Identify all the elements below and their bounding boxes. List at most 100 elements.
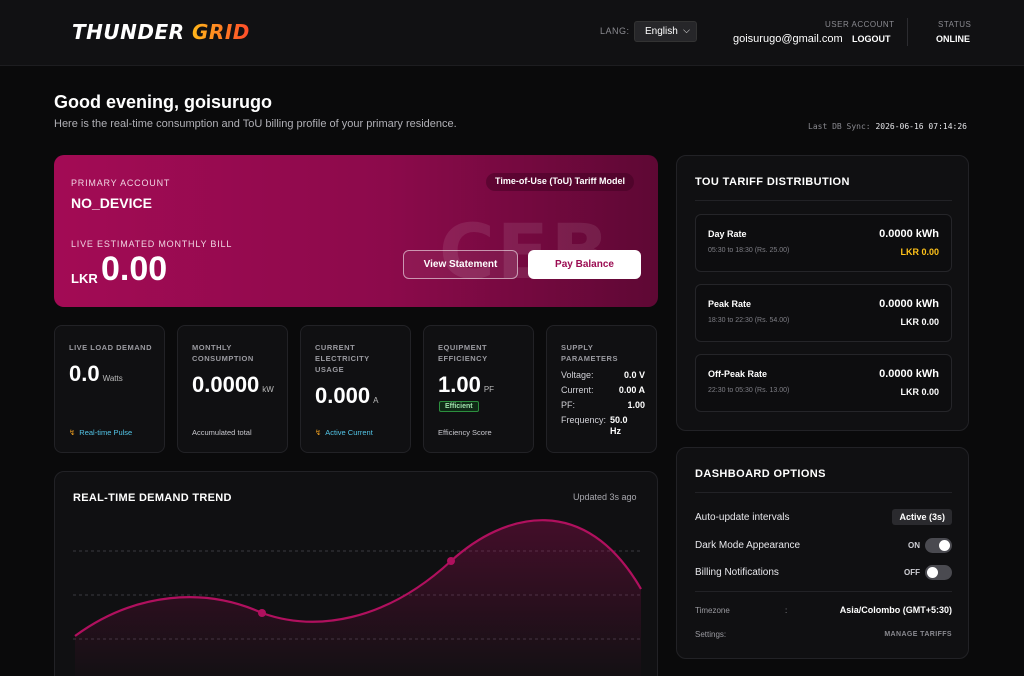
option-auto-update: Auto-update intervals Active (3s) [695,509,952,525]
panel-divider [695,591,952,592]
supply-voltage-label: Voltage: [561,370,594,380]
supply-current-label: Current: [561,385,594,395]
timezone-row: Timezone : Asia/Colombo (GMT+5:30) [695,605,952,615]
supply-frequency-number: 50.0 [610,415,628,425]
pay-balance-button[interactable]: Pay Balance [528,250,641,279]
option-label: Billing Notifications [695,567,779,578]
metric-footer: ↯ Real-time Pulse [69,428,132,437]
logo-text-grid: GRID [192,20,250,44]
device-id: NO_DEVICE [71,195,152,211]
tariff-model-badge: Time-of-Use (ToU) Tariff Model [486,173,634,191]
panel-divider [695,200,952,201]
metric-value: 0.000 A [315,383,378,409]
option-label: Dark Mode Appearance [695,540,801,551]
dashboard-options-panel: DASHBOARD OPTIONS Auto-update intervals … [676,447,969,659]
toggle-knob [939,540,950,551]
timezone-colon: : [785,606,788,615]
metric-label: EQUIPMENT EFFICIENCY [438,343,488,363]
supply-pf-value: 1.00 [627,400,645,410]
page-title: Good evening, goisurugo [54,92,272,112]
options-panel-title: DASHBOARD OPTIONS [695,468,826,480]
trend-point [447,557,455,565]
metric-value: 1.00 PF [438,372,494,398]
metric-number: 0.0 [69,361,100,386]
metric-card-consumption: MONTHLY CONSUMPTION 0.0000 kW Accumulated… [177,325,288,453]
metric-card-supply: SUPPLY PARAMETERS Voltage: 0.0 V Current:… [546,325,657,453]
top-header: THUNDER GRID LANG: English ⌵ USER ACCOUN… [0,0,1024,66]
tariff-card-peak: Peak Rate 18:30 to 22:30 (Rs. 54.00) 0.0… [695,284,952,342]
metric-footer: Efficiency Score [438,428,492,437]
billing-notifications-toggle[interactable] [925,565,952,580]
logout-button[interactable]: LOGOUT [852,34,891,44]
tariff-lkr: LKR 0.00 [900,247,939,257]
timezone-value: Asia/Colombo (GMT+5:30) [839,605,952,615]
bolt-icon: ↯ [69,428,76,437]
settings-row: Settings: MANAGE TARIFFS [695,630,952,639]
tou-tariff-panel: TOU TARIFF DISTRIBUTION Day Rate 05:30 t… [676,155,969,431]
supply-pf-row: PF: 1.00 [561,400,645,410]
dark-mode-toggle[interactable] [925,538,952,553]
metric-unit: A [373,396,379,405]
metric-footer: Accumulated total [192,428,252,437]
lang-label: LANG: [600,26,630,36]
settings-label: Settings: [695,630,727,639]
tariff-kwh: 0.0000 kWh [879,368,939,380]
language-select[interactable]: English ⌵ [634,21,697,42]
supply-frequency-label: Frequency: [561,415,607,425]
metric-card-current: CURRENT ELECTRICITY USAGE 0.000 A ↯ Active… [300,325,411,453]
tariff-time: 18:30 to 22:30 (Rs. 54.00) [708,317,790,324]
manage-tariffs-link[interactable]: MANAGE TARIFFS [884,631,952,638]
metric-label: LIVE LOAD DEMAND [69,343,152,352]
billing-notifications-state: OFF [904,568,920,577]
supply-voltage-value: 0.0 V [623,370,645,380]
user-account-label: USER ACCOUNT [825,20,895,29]
db-sync-label: Last DB Sync: [808,122,871,131]
metric-unit: Watts [102,374,123,383]
metric-footer: ↯ Active Current [315,428,373,437]
tariff-kwh: 0.0000 kWh [879,298,939,310]
tariff-time: 05:30 to 18:30 (Rs. 25.00) [708,247,790,254]
supply-current-row: Current: 0.00 A [561,385,645,395]
dark-mode-state: ON [908,541,920,550]
db-sync-value: 2026-06-16 07:14:26 [875,122,967,131]
trend-area [75,520,641,676]
tariff-card-offpeak: Off-Peak Rate 22:30 to 05:30 (Rs. 13.00)… [695,354,952,412]
option-billing-notifications: Billing Notifications OFF [695,565,952,580]
metric-label: SUPPLY PARAMETERS [561,343,618,363]
metric-unit: PF [483,385,495,394]
chevron-down-icon: ⌵ [683,25,690,35]
tariff-kwh: 0.0000 kWh [879,228,939,240]
tariff-name: Day Rate [708,229,747,239]
language-select-value: English [645,26,678,37]
toggle-knob [927,567,938,578]
supply-frequency-row: Frequency: 50.0 Hz [561,415,645,436]
primary-account-label: PRIMARY ACCOUNT [71,178,171,188]
monthly-bill-label: LIVE ESTIMATED MONTHLY BILL [71,239,233,249]
view-statement-button[interactable]: View Statement [403,250,518,279]
bill-amount: 0.00 [101,250,168,288]
metric-number: 1.00 [438,372,481,397]
header-divider [907,18,908,46]
tariff-lkr: LKR 0.00 [900,317,939,327]
auto-update-badge[interactable]: Active (3s) [892,509,952,525]
metric-footer-text: Active Current [325,428,373,437]
user-email: goisurugo@gmail.com [733,33,843,45]
metric-number: 0.0000 [192,372,260,397]
option-label: Auto-update intervals [695,512,790,523]
metric-footer-text: Real-time Pulse [79,428,133,437]
metric-label: CURRENT ELECTRICITY USAGE [315,343,370,374]
metric-card-load: LIVE LOAD DEMAND 0.0 Watts ↯ Real-time Pul… [54,325,165,453]
app-logo[interactable]: THUNDER GRID [72,20,250,44]
option-dark-mode: Dark Mode Appearance ON [695,538,952,553]
db-sync-info: Last DB Sync: 2026-06-16 07:14:26 [808,122,967,131]
demand-trend-chart [73,519,642,676]
demand-trend-card: REAL-TIME DEMAND TREND Updated 3s ago [54,471,658,676]
primary-account-card: CEB PRIMARY ACCOUNT NO_DEVICE Time-of-Us… [54,155,658,307]
panel-divider [695,492,952,493]
efficiency-badge: Efficient [439,401,479,412]
tou-panel-title: TOU TARIFF DISTRIBUTION [695,176,850,188]
trend-point [258,609,266,617]
tariff-name: Off-Peak Rate [708,369,768,379]
tariff-name: Peak Rate [708,299,752,309]
metric-unit: kW [262,385,274,394]
